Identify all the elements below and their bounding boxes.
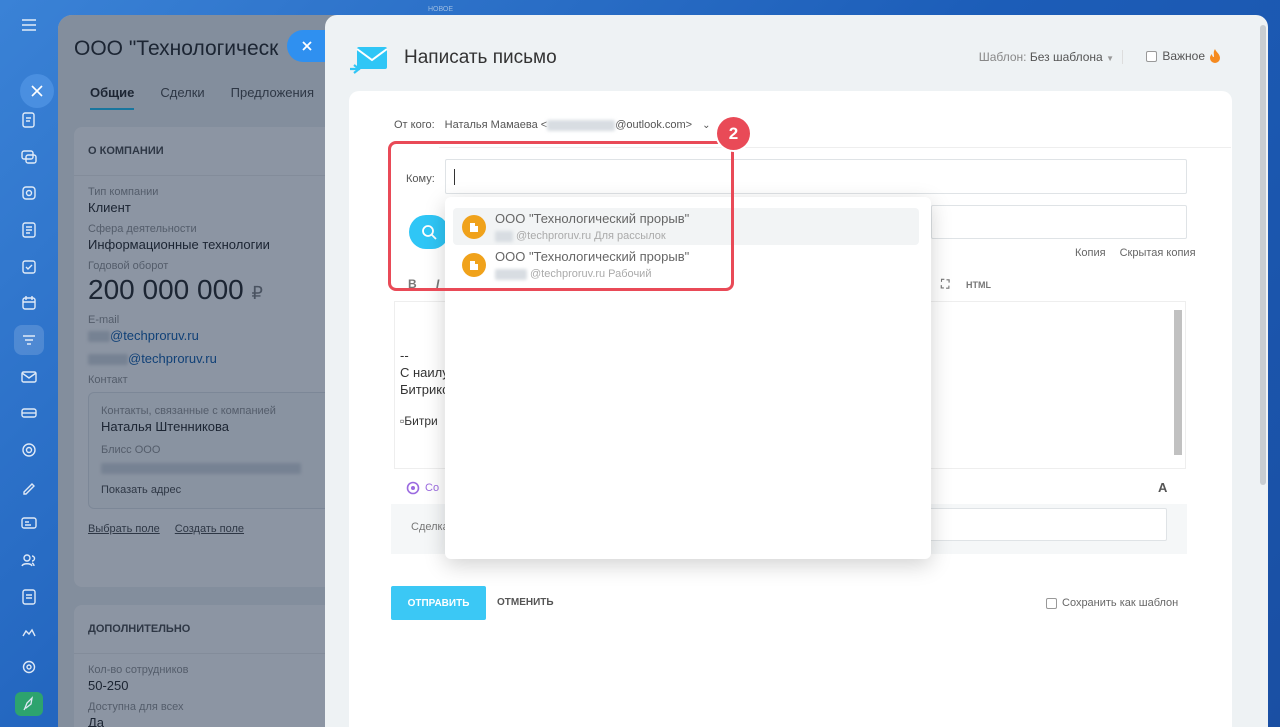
html-button[interactable]: HTML (966, 280, 991, 290)
signature-line-2: Битрикс (400, 382, 449, 397)
checklist-icon[interactable] (14, 252, 44, 282)
left-rail (0, 0, 58, 727)
settings-icon[interactable] (14, 652, 44, 682)
send-button[interactable]: ОТПРАВИТЬ (391, 586, 486, 620)
template-label: Шаблон: (978, 50, 1027, 64)
deal-label: Сделка (411, 521, 449, 533)
card-icon[interactable] (14, 508, 44, 538)
copilot-icon (406, 481, 420, 495)
text-size-icon[interactable]: A (1158, 480, 1167, 495)
sign-icon[interactable] (14, 472, 44, 502)
rocket-icon[interactable] (15, 692, 43, 716)
deal-input[interactable] (927, 508, 1167, 541)
copy-links: Копия Скрытая копия (1075, 247, 1196, 259)
important-toggle[interactable]: Важное (1146, 49, 1220, 63)
save-template-checkbox[interactable] (1046, 597, 1057, 609)
slider-close-button[interactable] (287, 30, 327, 62)
signature-image: ▫Битри (400, 414, 438, 428)
close-icon (302, 41, 312, 51)
docs-icon[interactable] (14, 215, 44, 245)
subject-input[interactable] (931, 205, 1187, 239)
top-new-label: НОВОЕ (428, 6, 454, 13)
mail-compose-icon (350, 47, 388, 74)
bcc-link[interactable]: Скрытая копия (1120, 247, 1196, 259)
from-domain: @outlook.com> (615, 119, 693, 131)
dim-overlay (58, 15, 358, 727)
signature-image-alt: Битри (404, 414, 438, 428)
from-value: Наталья Мамаева < @outlook.com> (445, 119, 692, 131)
signature-line-1: С наилу (400, 365, 449, 380)
fullscreen-icon[interactable]: ⛶ (941, 277, 949, 292)
template-selector[interactable]: Шаблон: Без шаблона ▼ (979, 50, 1123, 64)
tasks-icon[interactable] (14, 105, 44, 135)
file-icon[interactable] (14, 582, 44, 612)
step-badge: 2 (717, 117, 750, 150)
chat-icon[interactable] (14, 142, 44, 172)
chevron-down-icon: ⌄ (702, 119, 711, 131)
from-row[interactable]: От кого: Наталья Мамаева < @outlook.com> … (394, 119, 711, 131)
mail-icon[interactable] (14, 362, 44, 392)
page-scrollbar[interactable] (1260, 25, 1266, 485)
cancel-button[interactable]: ОТМЕНИТЬ (497, 597, 554, 608)
template-value: Без шаблона (1029, 50, 1103, 64)
copilot-label: Co (425, 482, 440, 494)
save-template-toggle[interactable]: Сохранить как шаблон (1046, 597, 1178, 609)
fire-icon (1210, 49, 1220, 63)
important-checkbox[interactable] (1146, 50, 1158, 62)
calendar-icon[interactable] (14, 288, 44, 318)
highlight-frame (388, 141, 734, 291)
goals-icon[interactable] (14, 435, 44, 465)
users-icon[interactable] (14, 545, 44, 575)
from-label: От кого: (394, 119, 435, 131)
from-redacted (547, 119, 616, 131)
storage-icon[interactable] (14, 398, 44, 428)
save-template-label: Сохранить как шаблон (1062, 597, 1179, 609)
cc-link[interactable]: Копия (1075, 247, 1106, 259)
from-name: Наталья Мамаева < (444, 119, 548, 131)
menu-icon[interactable] (14, 10, 44, 40)
rail-close-icon[interactable] (20, 74, 54, 108)
copilot-button[interactable]: Co (406, 481, 439, 495)
signature-dash: -- (400, 348, 409, 363)
crm-icon[interactable] (14, 325, 44, 355)
editor-scrollbar[interactable] (1174, 310, 1182, 455)
compose-title: Написать письмо (404, 47, 557, 68)
chevron-down-icon: ▼ (1106, 54, 1114, 63)
feed-icon[interactable] (14, 178, 44, 208)
bot-icon[interactable] (14, 618, 44, 648)
important-label: Важное (1162, 49, 1205, 63)
